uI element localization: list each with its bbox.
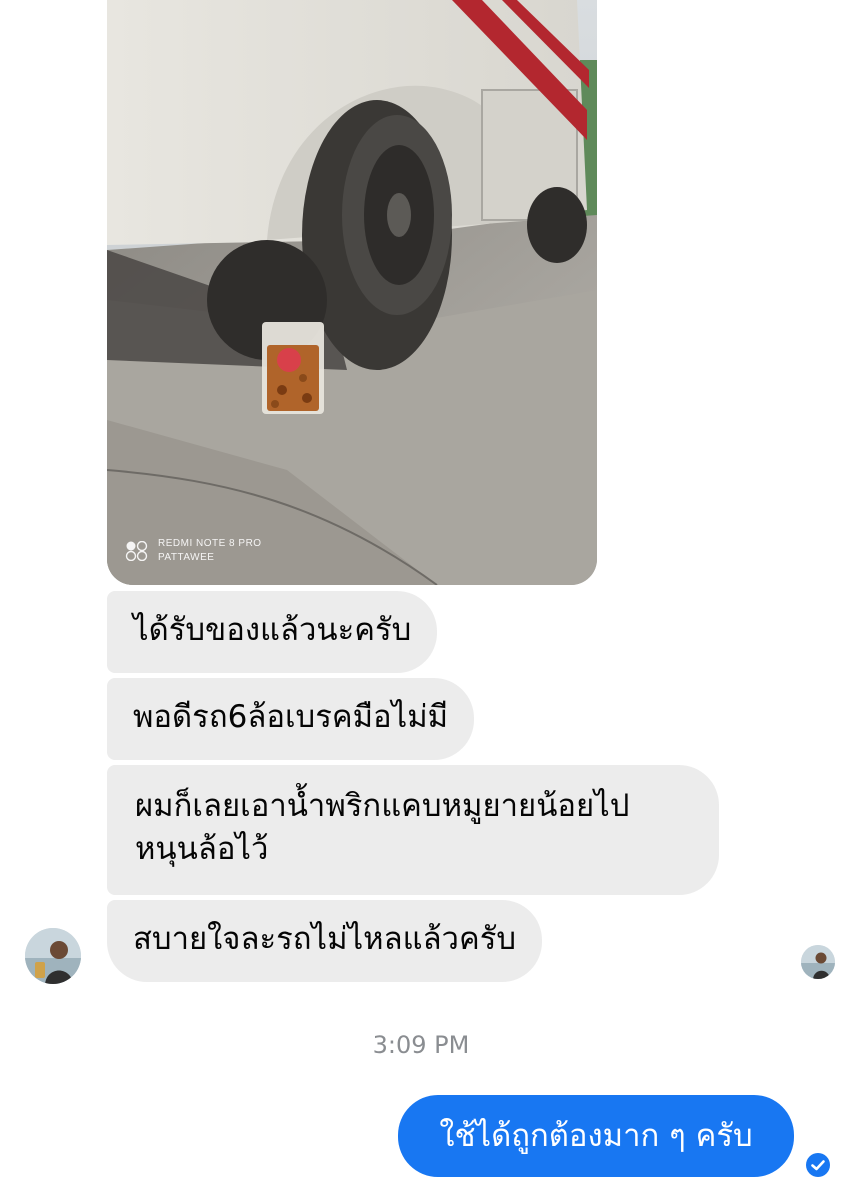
watermark-device: REDMI NOTE 8 PRO — [158, 538, 262, 549]
incoming-message[interactable]: สบายใจละรถไม่ไหลแล้วครับ — [107, 900, 543, 982]
camera-dual-circle-icon — [125, 541, 148, 561]
sender-avatar[interactable] — [25, 928, 81, 984]
incoming-message[interactable]: ได้รับของแล้วนะครับ — [107, 591, 438, 673]
seen-avatar-image — [801, 945, 835, 979]
shared-photo[interactable]: REDMI NOTE 8 PRO PATTAWEE — [107, 0, 597, 585]
photo-image — [107, 0, 597, 585]
seen-indicator-avatar — [801, 945, 835, 979]
check-circle-icon — [806, 1153, 830, 1177]
outgoing-message[interactable]: ใช้ได้ถูกต้องมาก ๆ ครับ — [398, 1095, 794, 1177]
incoming-message[interactable]: พอดีรถ6ล้อเบรคมือไม่มี — [107, 678, 475, 760]
camera-watermark: REDMI NOTE 8 PRO PATTAWEE — [125, 537, 262, 565]
sender-avatar-image — [25, 928, 81, 984]
message-timestamp: 3:09 PM — [372, 1031, 470, 1059]
incoming-message[interactable]: ผมก็เลยเอาน้ำพริกแคบหมูยายน้อยไป หนุนล้อ… — [107, 765, 719, 895]
watermark-owner: PATTAWEE — [158, 552, 215, 563]
